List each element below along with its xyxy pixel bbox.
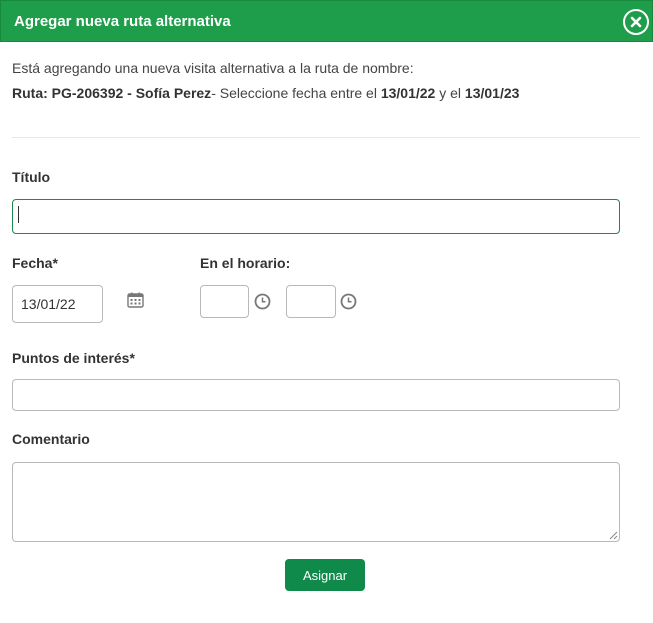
clock-icon[interactable] — [254, 293, 271, 310]
comment-label: Comentario — [12, 431, 90, 447]
points-input[interactable] — [12, 379, 620, 411]
clock-icon[interactable] — [340, 293, 357, 310]
date-to: 13/01/23 — [464, 85, 520, 101]
close-button[interactable] — [623, 9, 649, 35]
route-name: Ruta: PG-206392 - Sofía Perez — [12, 85, 212, 101]
divider — [12, 137, 640, 138]
date-input[interactable] — [12, 285, 103, 323]
dialog-title: Agregar nueva ruta alternativa — [14, 13, 231, 30]
date-label: Fecha* — [12, 255, 58, 271]
assign-button[interactable]: Asignar — [285, 559, 365, 591]
time-start-input[interactable] — [200, 285, 249, 318]
text-caret — [18, 206, 19, 223]
comment-textarea[interactable] — [12, 462, 620, 542]
close-icon — [630, 16, 642, 28]
title-label: Título — [12, 169, 51, 185]
route-info: Ruta: PG-206392 - Sofía Perez- Seleccion… — [12, 85, 519, 101]
points-label: Puntos de interés* — [12, 350, 135, 366]
dialog-header: Agregar nueva ruta alternativa — [0, 0, 653, 42]
date-from: 13/01/22 — [380, 85, 436, 101]
intro-text: Está agregando una nueva visita alternat… — [12, 60, 414, 76]
route-between: y el — [435, 85, 465, 101]
resize-grip-icon[interactable] — [609, 531, 618, 540]
calendar-icon[interactable] — [127, 292, 144, 308]
title-input[interactable] — [12, 199, 620, 234]
time-end-input[interactable] — [286, 285, 336, 318]
schedule-label: En el horario: — [200, 255, 291, 271]
route-instruction: - Seleccione fecha entre el — [211, 85, 381, 101]
